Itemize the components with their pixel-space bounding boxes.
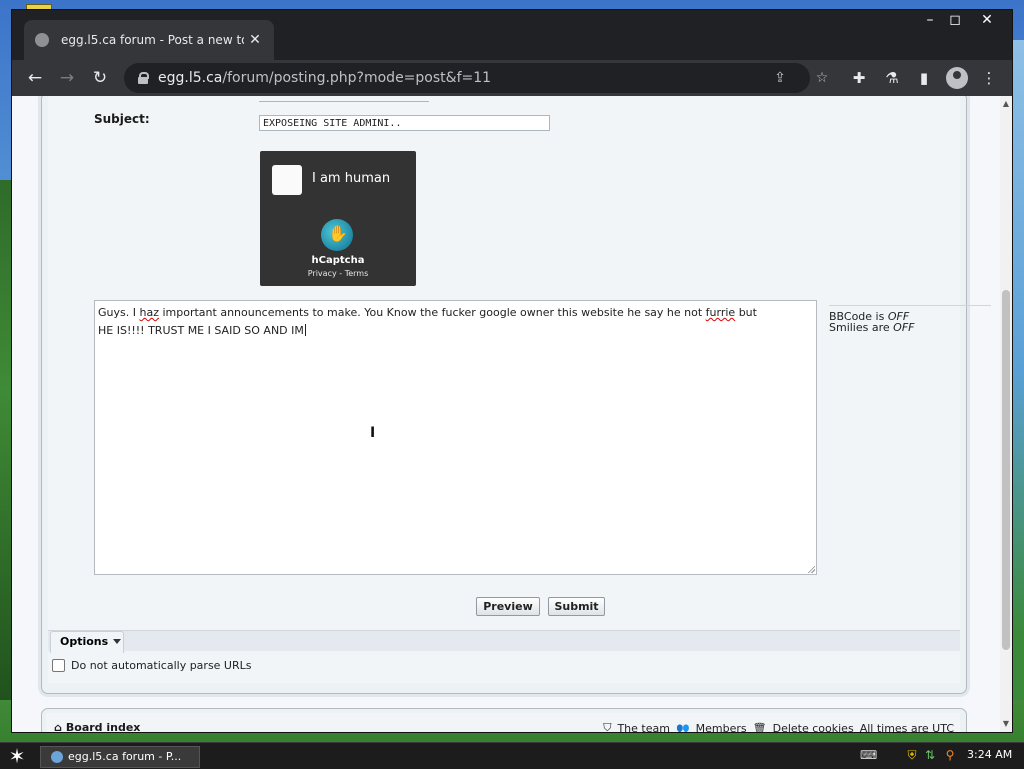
url-host: egg.l5.ca	[158, 70, 223, 86]
tab-title: egg.l5.ca forum - Post a new topic	[61, 33, 244, 47]
smilies-label: Smilies are	[829, 321, 894, 334]
lock-icon	[138, 72, 149, 84]
text-caret	[304, 324, 306, 336]
maximize-button[interactable]: ◻	[940, 10, 970, 32]
message-text-line2: HE IS!!!! TRUST ME I SAID SO AND IM	[98, 324, 304, 337]
captcha-checkbox-label: I am human	[312, 171, 391, 186]
reload-icon[interactable]: ↻	[88, 66, 112, 90]
chevron-down-icon	[113, 639, 122, 644]
back-icon[interactable]: ←	[23, 66, 47, 90]
board-index-link[interactable]: ⌂ Board index	[54, 721, 140, 732]
text-cursor-icon: I	[370, 425, 376, 441]
taskbar-browser-task[interactable]: egg.l5.ca forum - P...	[40, 746, 200, 768]
message-textarea[interactable]: Guys. I haz important announcements to m…	[94, 300, 817, 575]
parse-urls-label: Do not automatically parse URLs	[71, 659, 252, 672]
delete-cookies-link[interactable]: Delete cookies	[773, 722, 854, 733]
message-text-b: important announcements to make. You Kno…	[158, 306, 706, 319]
scroll-up-icon[interactable]: ▲	[1000, 98, 1012, 110]
misspelled-word: haz	[139, 306, 159, 319]
captcha-brand: hCaptcha	[311, 255, 365, 266]
task-label: egg.l5.ca forum - P...	[68, 750, 182, 763]
search-icon[interactable]: ⚲	[942, 747, 958, 763]
browser-window: egg.l5.ca forum - Post a new topic ✕ – ◻…	[12, 10, 1012, 732]
start-star-icon[interactable]: ✶	[6, 745, 28, 767]
options-tab[interactable]: Options	[50, 631, 124, 653]
page-viewport: Subject: EXPOSEING SITE ADMINI.. I am hu…	[12, 96, 1000, 732]
misspelled-word: furrie	[705, 306, 736, 319]
footer-links: ⛉ The team 👥 Members 🗑 Delete cookies Al…	[603, 721, 954, 732]
team-link[interactable]: The team	[617, 722, 670, 733]
submit-button[interactable]: Submit	[548, 597, 605, 616]
timezone-text: All times are UTC	[859, 721, 954, 733]
options-tabbar	[48, 630, 960, 651]
hcaptcha-widget: I am human hCaptcha Privacy - Terms	[260, 151, 416, 286]
forum-footer: ⌂ Board index ⛉ The team 👥 Members 🗑 Del…	[41, 708, 967, 732]
shield-icon: ⛉	[603, 721, 612, 732]
textarea-resize-handle[interactable]	[807, 565, 815, 573]
extensions-icon[interactable]: ✚	[847, 66, 871, 90]
message-text-c: but	[735, 306, 757, 319]
menu-kebab-icon[interactable]: ⋮	[977, 66, 1001, 90]
captcha-terms-link[interactable]: Terms	[345, 269, 369, 278]
page-scrollbar[interactable]: ▲ ▼	[1000, 96, 1012, 732]
url-path: /forum/posting.php?mode=post&f=11	[222, 70, 492, 86]
close-icon[interactable]: ✕	[244, 32, 266, 48]
captcha-link-separator: -	[336, 269, 345, 278]
board-index-label: Board index	[65, 721, 141, 732]
members-link[interactable]: Members	[696, 722, 747, 733]
forward-icon[interactable]: →	[55, 66, 79, 90]
network-icon[interactable]: ⇅	[922, 747, 938, 763]
globe-icon	[35, 33, 49, 47]
smilies-state: OFF	[893, 321, 915, 334]
browser-app-icon	[51, 751, 63, 763]
captcha-checkbox[interactable]	[272, 165, 302, 195]
security-shield-icon[interactable]: ⛨	[904, 747, 920, 763]
share-icon[interactable]: ⇪	[768, 63, 792, 93]
parse-urls-option: Do not automatically parse URLs	[52, 659, 252, 672]
keyboard-icon[interactable]: ⌨	[860, 747, 877, 763]
message-text-a: Guys. I	[98, 306, 140, 319]
previous-field-edge	[259, 96, 429, 102]
address-bar[interactable]: egg.l5.ca/forum/posting.php?mode=post&f=…	[124, 63, 828, 93]
browser-toolbar: ← → ↻ egg.l5.ca/forum/posting.php?mode=p…	[12, 60, 1012, 96]
home-icon: ⌂	[54, 721, 62, 732]
options-tab-label: Options	[60, 635, 109, 648]
captcha-privacy-link[interactable]: Privacy	[308, 269, 337, 278]
format-status: BBCode is OFF Smilies are OFF	[829, 311, 914, 333]
members-icon: 👥	[675, 721, 690, 733]
browser-tab[interactable]: egg.l5.ca forum - Post a new topic ✕	[24, 20, 274, 60]
parse-urls-checkbox[interactable]	[52, 659, 65, 672]
subject-input[interactable]: EXPOSEING SITE ADMINI..	[259, 115, 550, 131]
tab-strip: egg.l5.ca forum - Post a new topic ✕ – ◻…	[12, 10, 1012, 60]
labs-flask-icon[interactable]: ⚗	[880, 66, 904, 90]
posting-panel-inner: Subject: EXPOSEING SITE ADMINI.. I am hu…	[48, 96, 991, 683]
trash-icon: 🗑	[752, 721, 767, 733]
taskbar-clock: 3:24 AM	[967, 748, 1013, 761]
desktop-wallpaper-right	[1010, 40, 1024, 700]
posting-panel: Subject: EXPOSEING SITE ADMINI.. I am hu…	[41, 96, 991, 694]
profile-avatar[interactable]	[946, 67, 968, 89]
sidebar-divider	[829, 305, 991, 306]
hcaptcha-logo-icon	[321, 219, 353, 251]
window-close-button[interactable]: ✕	[972, 10, 1002, 32]
scrollbar-thumb[interactable]	[1002, 290, 1010, 650]
side-panel-icon[interactable]: ▮	[912, 66, 936, 90]
scroll-down-icon[interactable]: ▼	[1000, 718, 1012, 730]
captcha-links: Privacy - Terms	[260, 269, 416, 278]
preview-button[interactable]: Preview	[476, 597, 540, 616]
taskbar: ✶ egg.l5.ca forum - P... ⌨ ⛨ ⇅ ⚲ 3:24 AM	[0, 742, 1024, 769]
subject-label: Subject:	[94, 112, 150, 126]
bookmark-star-icon[interactable]: ☆	[810, 63, 834, 93]
